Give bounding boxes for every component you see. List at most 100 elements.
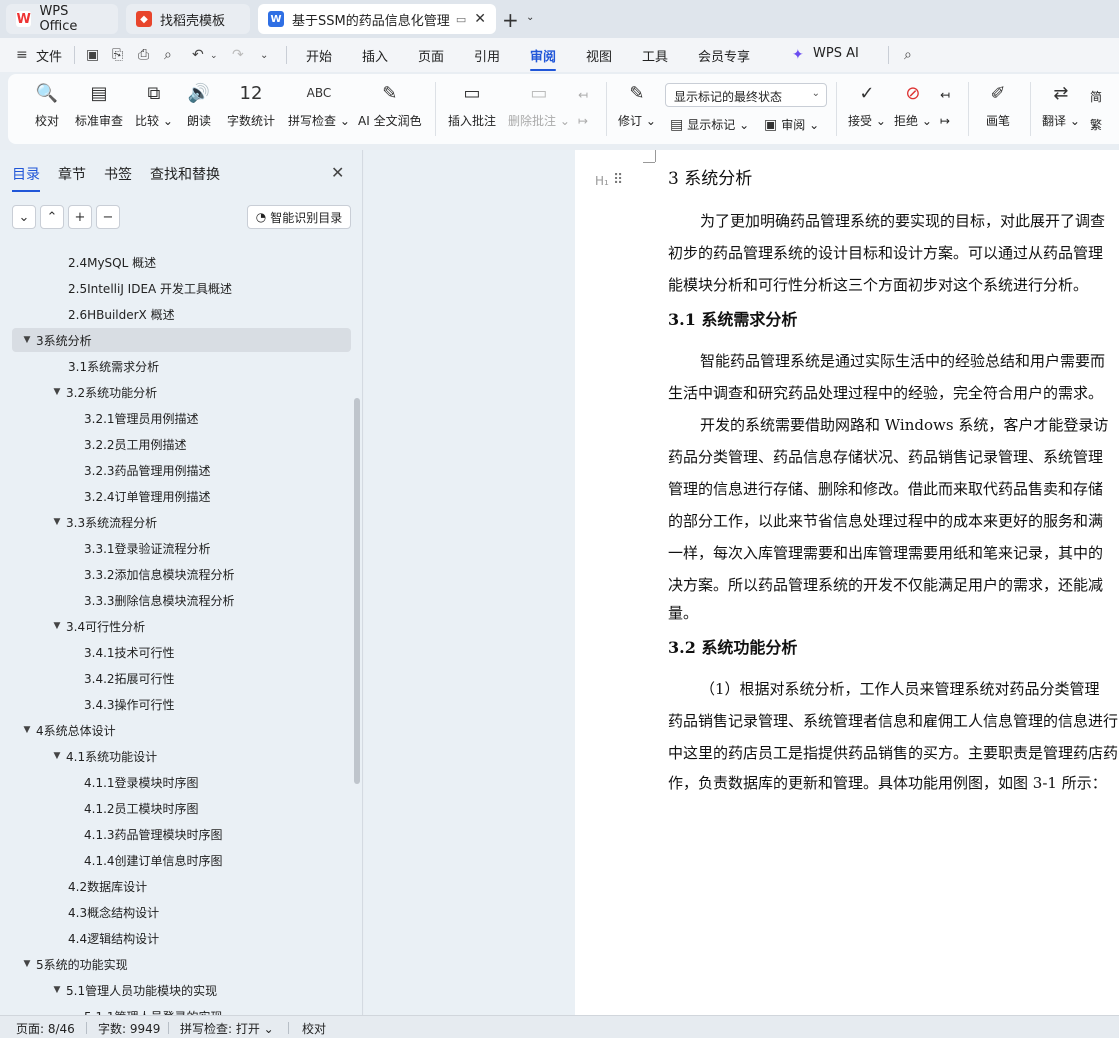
expand-caret-icon[interactable]: ▼ bbox=[50, 985, 64, 995]
toc-item[interactable]: ▼ 3.4可行性分析 bbox=[12, 614, 351, 638]
simplified-chinese-button[interactable]: 简 bbox=[1090, 88, 1102, 105]
add-heading-button[interactable]: + bbox=[68, 205, 92, 229]
spell-check-status[interactable]: 拼写检查: 打开 ⌄ bbox=[180, 1020, 274, 1037]
markup-state-select[interactable]: 显示标记的最终状态 ⌄ bbox=[665, 83, 827, 107]
remove-heading-button[interactable]: − bbox=[96, 205, 120, 229]
undo-icon[interactable]: ↶ bbox=[192, 47, 204, 63]
reject-button[interactable]: ⊘ 拒绝 ⌄ bbox=[894, 80, 932, 129]
next-change-icon[interactable]: ↦ bbox=[940, 114, 950, 128]
expand-up-button[interactable]: ⌃ bbox=[40, 205, 64, 229]
toc-item[interactable]: 3.2.1管理员用例描述 bbox=[12, 406, 351, 430]
toc-item[interactable]: ▼ 3.2系统功能分析 bbox=[12, 380, 351, 404]
new-tab-icon[interactable]: + bbox=[502, 8, 519, 32]
toc-item[interactable]: 3.3.3删除信息模块流程分析 bbox=[12, 588, 351, 612]
chevron-down-icon[interactable]: ⌄ bbox=[526, 12, 534, 23]
search-icon[interactable]: ⌕ bbox=[904, 47, 912, 63]
redo-icon[interactable]: ↷ bbox=[232, 47, 244, 63]
print-preview-icon[interactable]: ⌕ bbox=[164, 47, 172, 63]
toc-item[interactable]: 2.5IntelliJ IDEA 开发工具概述 bbox=[12, 276, 351, 300]
toc-item[interactable]: 4.4逻辑结构设计 bbox=[12, 926, 351, 950]
menu-start[interactable]: 开始 bbox=[306, 46, 332, 65]
toc-item[interactable]: 3.2.2员工用例描述 bbox=[12, 432, 351, 456]
menu-wps-ai[interactable]: WPS AI bbox=[813, 46, 859, 61]
smart-toc-button[interactable]: ◔ 智能识别目录 bbox=[247, 205, 351, 229]
expand-caret-icon[interactable]: ▼ bbox=[50, 621, 64, 631]
toc-item[interactable]: ▼ 3.3系统流程分析 bbox=[12, 510, 351, 534]
toc-item[interactable]: 2.6HBuilderX 概述 bbox=[12, 302, 351, 326]
pen-button[interactable]: ✐ 画笔 bbox=[985, 80, 1011, 129]
toc-item[interactable]: ▼ 4系统总体设计 bbox=[12, 718, 351, 742]
toc-item[interactable]: 3.4.2拓展可行性 bbox=[12, 666, 351, 690]
toc-item[interactable]: 3.3.1登录验证流程分析 bbox=[12, 536, 351, 560]
tab-chapter[interactable]: 章节 bbox=[58, 164, 86, 184]
toc-item[interactable]: 4.1.3药品管理模块时序图 bbox=[12, 822, 351, 846]
wps-ai-icon[interactable]: ✦ bbox=[792, 47, 804, 63]
expand-caret-icon[interactable]: ▼ bbox=[50, 517, 64, 527]
menu-membership[interactable]: 会员专享 bbox=[698, 46, 750, 65]
toc-item[interactable]: ▼ 5系统的功能实现 bbox=[12, 952, 351, 976]
toc-item[interactable]: 3.3.2添加信息模块流程分析 bbox=[12, 562, 351, 586]
toc-item[interactable]: 4.2数据库设计 bbox=[12, 874, 351, 898]
prev-comment-icon[interactable]: ↤ bbox=[578, 88, 588, 102]
translate-button[interactable]: ⇄ 翻译 ⌄ bbox=[1042, 80, 1080, 129]
hamburger-icon[interactable]: ≡ bbox=[16, 47, 28, 63]
window-icon[interactable]: ▭ bbox=[456, 13, 466, 26]
menu-view[interactable]: 视图 bbox=[586, 46, 612, 65]
toc-item[interactable]: 3.4.3操作可行性 bbox=[12, 692, 351, 716]
expand-caret-icon[interactable]: ▼ bbox=[20, 725, 34, 735]
next-comment-icon[interactable]: ↦ bbox=[578, 114, 588, 128]
toc-item[interactable]: 4.1.4创建订单信息时序图 bbox=[12, 848, 351, 872]
toc-item[interactable]: ▼ 5.1管理人员功能模块的实现 bbox=[12, 978, 351, 1002]
tab-find-replace[interactable]: 查找和替换 bbox=[150, 164, 220, 184]
proofread-status[interactable]: 校对 bbox=[302, 1020, 326, 1037]
document-page[interactable]: H₁ ⠿ 3 系统分析 为了更加明确药品管理系统的要实现的目标，对此展开了调查 初步… bbox=[575, 150, 1119, 1015]
expand-caret-icon[interactable]: ▼ bbox=[20, 335, 34, 345]
proofread-button[interactable]: 🔍 校对 bbox=[34, 80, 60, 129]
page-indicator[interactable]: 页面: 8/46 bbox=[16, 1020, 75, 1037]
toc-item[interactable]: 2.4MySQL 概述 bbox=[12, 250, 351, 274]
ai-polish-button[interactable]: ✎ AI 全文润色 bbox=[358, 80, 422, 129]
read-aloud-button[interactable]: 🔊 朗读 bbox=[186, 80, 212, 129]
traditional-chinese-button[interactable]: 繁 bbox=[1090, 116, 1102, 133]
word-count-button[interactable]: 12 字数统计 bbox=[227, 80, 275, 129]
menu-review[interactable]: 审阅 bbox=[530, 46, 557, 71]
track-changes-button[interactable]: ✎ 修订 ⌄ bbox=[618, 80, 656, 129]
close-icon[interactable]: ✕ bbox=[331, 163, 344, 182]
undo-dropdown-icon[interactable]: ⌄ bbox=[210, 51, 218, 61]
tab-document[interactable]: W 基于SSM的药品信息化管理系 ▭ ✕ bbox=[258, 4, 496, 34]
heading-marker-icon[interactable]: H₁ bbox=[595, 174, 609, 188]
toc-item[interactable]: 3.2.4订单管理用例描述 bbox=[12, 484, 351, 508]
scrollbar[interactable] bbox=[354, 398, 360, 784]
tab-wps-office[interactable]: W WPS Office bbox=[6, 4, 118, 34]
toc-item[interactable]: 3.2.3药品管理用例描述 bbox=[12, 458, 351, 482]
standard-review-button[interactable]: ▤ 标准审查 bbox=[75, 80, 123, 129]
toc-item[interactable]: 3.1系统需求分析 bbox=[12, 354, 351, 378]
print-icon[interactable]: ⎙ bbox=[138, 47, 149, 63]
toc-item[interactable]: ▼ 3系统分析 bbox=[12, 328, 351, 352]
compare-button[interactable]: ⧉ 比较 ⌄ bbox=[135, 80, 173, 129]
insert-comment-button[interactable]: ▭ 插入批注 bbox=[448, 80, 496, 129]
tab-bookmark[interactable]: 书签 bbox=[104, 164, 132, 184]
menu-reference[interactable]: 引用 bbox=[474, 46, 500, 65]
more-dropdown-icon[interactable]: ⌄ bbox=[260, 50, 268, 61]
menu-file[interactable]: 文件 bbox=[36, 46, 62, 65]
word-count-status[interactable]: 字数: 9949 bbox=[98, 1020, 160, 1037]
show-markup-button[interactable]: ▤ 显示标记 ⌄ bbox=[670, 116, 749, 133]
expand-caret-icon[interactable]: ▼ bbox=[50, 387, 64, 397]
export-icon[interactable]: ⎘ bbox=[112, 47, 123, 63]
toc-item[interactable]: 5.1.1管理人员登录的实现 bbox=[12, 1004, 351, 1016]
prev-change-icon[interactable]: ↤ bbox=[940, 88, 950, 102]
expand-caret-icon[interactable]: ▼ bbox=[50, 751, 64, 761]
close-tab-icon[interactable]: ✕ bbox=[474, 11, 486, 27]
menu-tools[interactable]: 工具 bbox=[642, 46, 668, 65]
menu-page[interactable]: 页面 bbox=[418, 46, 444, 65]
tab-toc[interactable]: 目录 bbox=[12, 164, 40, 192]
save-icon[interactable]: ▣ bbox=[86, 47, 99, 63]
delete-comment-button[interactable]: ▭ 删除批注 ⌄ bbox=[508, 80, 570, 129]
toc-item[interactable]: 4.1.1登录模块时序图 bbox=[12, 770, 351, 794]
toc-item[interactable]: 4.1.2员工模块时序图 bbox=[12, 796, 351, 820]
toc-item[interactable]: 3.4.1技术可行性 bbox=[12, 640, 351, 664]
menu-insert[interactable]: 插入 bbox=[362, 46, 388, 65]
toc-item[interactable]: 4.3概念结构设计 bbox=[12, 900, 351, 924]
toc-item[interactable]: ▼ 4.1系统功能设计 bbox=[12, 744, 351, 768]
